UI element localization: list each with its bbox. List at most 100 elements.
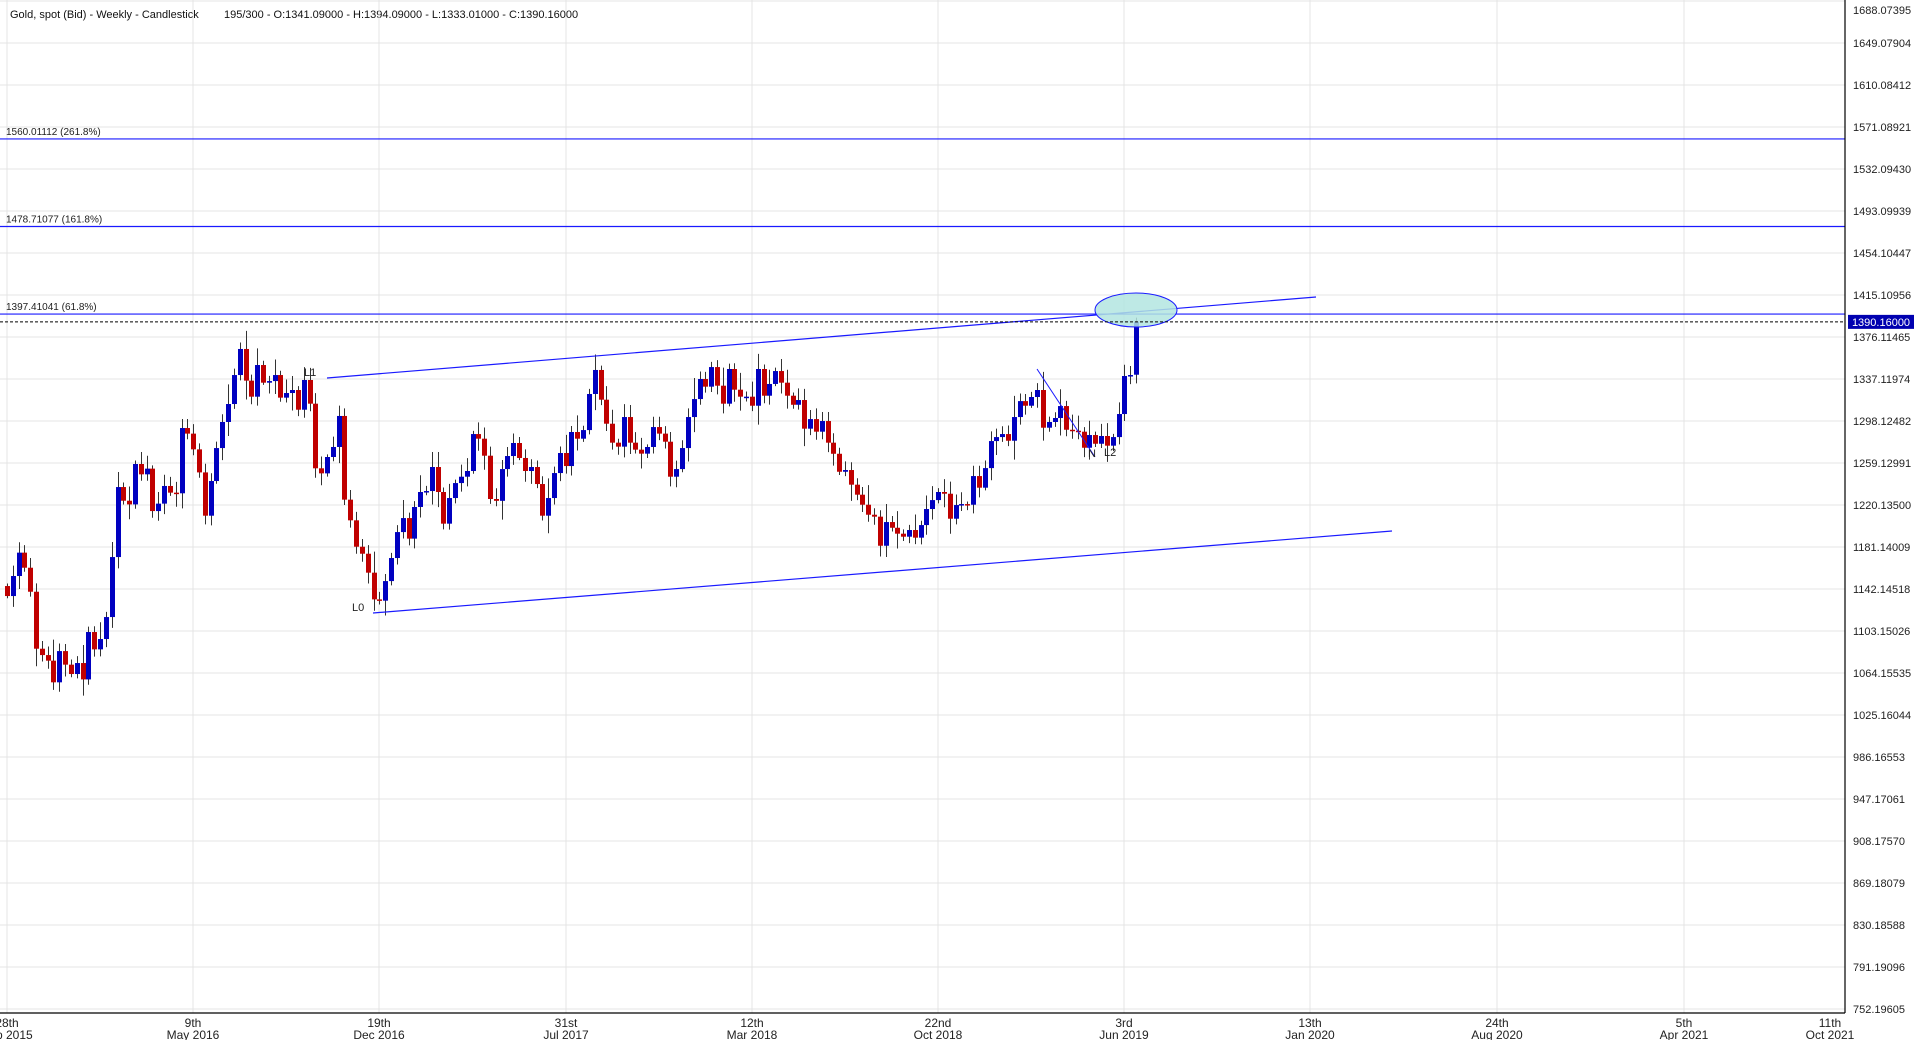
candle (63, 643, 68, 677)
candle (1000, 426, 1005, 442)
candle-body-down (785, 382, 790, 396)
y-tick-label: 1181.14009 (1853, 542, 1910, 554)
y-tick-label: 1571.08921 (1853, 122, 1911, 134)
candle (430, 451, 435, 505)
candle (197, 443, 202, 478)
candle (81, 644, 86, 696)
candle (11, 565, 16, 607)
candle (779, 358, 784, 394)
time-axis[interactable]: 28thSep 20159thMay 201619thDec 201631stJ… (0, 1016, 1855, 1040)
candle (843, 461, 848, 477)
y-tick-label: 1025.16044 (1853, 710, 1911, 722)
candle-body-up (907, 530, 912, 537)
candle (1099, 423, 1104, 449)
candle (616, 438, 621, 455)
candle (628, 404, 633, 454)
candle-body-down (278, 375, 283, 398)
candle (453, 479, 458, 504)
candle (69, 659, 74, 678)
candle (17, 542, 22, 589)
grid (0, 0, 1845, 1013)
candle (930, 486, 935, 520)
candle-body-down (150, 468, 155, 512)
candle (942, 479, 947, 508)
candle-body-up (57, 651, 62, 683)
y-tick-label: 1649.07904 (1853, 38, 1911, 50)
x-tick-month-year: Jan 2020 (1285, 1028, 1335, 1040)
candle (441, 487, 446, 530)
candle-body-up (645, 446, 650, 454)
candle-body-up (284, 393, 289, 398)
candle-body-down (814, 419, 819, 432)
candle-body-up (337, 415, 342, 447)
candle-body-down (575, 432, 580, 439)
label-n: N (1088, 448, 1096, 460)
candle (750, 381, 755, 412)
candle (500, 460, 505, 520)
candle-body-up (919, 525, 924, 538)
candle-body-up (1047, 421, 1052, 428)
candle (686, 408, 691, 462)
candle-body-up (773, 371, 778, 384)
candle (965, 501, 970, 511)
candle (767, 369, 772, 405)
candle (1076, 415, 1081, 440)
candle (855, 478, 860, 501)
candlestick-chart[interactable]: 1560.01112 (261.8%) 1478.71077 (161.8%) 13… (0, 0, 1920, 1040)
candle-body-up (936, 492, 941, 501)
candle-body-up (325, 457, 330, 474)
candle (1082, 427, 1087, 458)
candle (383, 573, 388, 616)
candle (837, 447, 842, 475)
candle (447, 483, 452, 530)
candle-body-up (884, 522, 889, 546)
candle-body-down (377, 599, 382, 601)
candle-body-up (1099, 435, 1104, 444)
candle-body-up (302, 379, 307, 410)
candle-body-up (500, 469, 505, 501)
candle (668, 432, 673, 487)
candle (895, 511, 900, 549)
y-tick-label: 908.17570 (1853, 836, 1905, 848)
candle-body-down (482, 438, 487, 456)
y-tick-label: 1064.15535 (1853, 668, 1911, 680)
candle (174, 481, 179, 507)
fib-level-label: 1397.41041 (61.8%) (6, 302, 97, 313)
candle (948, 481, 953, 534)
candle (919, 520, 924, 545)
candle-body-down (1041, 390, 1046, 428)
candle-body-down (517, 442, 522, 458)
candle-body-up (133, 464, 138, 505)
candle-body-down (599, 369, 604, 400)
candle (831, 433, 836, 466)
candle-body-up (1134, 321, 1139, 375)
candle (762, 364, 767, 404)
candles (5, 317, 1139, 696)
x-tick-month-year: Jun 2019 (1099, 1028, 1149, 1040)
candle (872, 508, 877, 525)
candle (866, 485, 871, 522)
candle (1006, 425, 1011, 447)
candle-body-up (1018, 401, 1023, 418)
candle (337, 405, 342, 464)
candle-body-up (226, 404, 231, 422)
candle (1122, 364, 1127, 422)
candle-body-down (866, 504, 871, 515)
candle (127, 486, 132, 520)
candle-body-up (593, 369, 598, 394)
fib-level-label: 1478.71077 (161.8%) (6, 214, 102, 225)
candle-body-down (191, 433, 196, 450)
y-tick-label: 1376.11465 (1853, 332, 1910, 344)
candle (191, 424, 196, 456)
candle-body-down (657, 427, 662, 434)
price-axis[interactable]: 1688.07395 1649.07904 1610.08412 1571.08921… (1853, 5, 1911, 1016)
candle (802, 388, 807, 447)
candle-body-up (587, 393, 592, 431)
candle-body-down (22, 552, 27, 568)
candle (46, 646, 51, 669)
candle (721, 367, 726, 414)
candle-body-up (698, 379, 703, 400)
candle-body-up (162, 485, 167, 504)
candle (785, 369, 790, 409)
x-tick-month-year: May 2016 (167, 1028, 220, 1040)
